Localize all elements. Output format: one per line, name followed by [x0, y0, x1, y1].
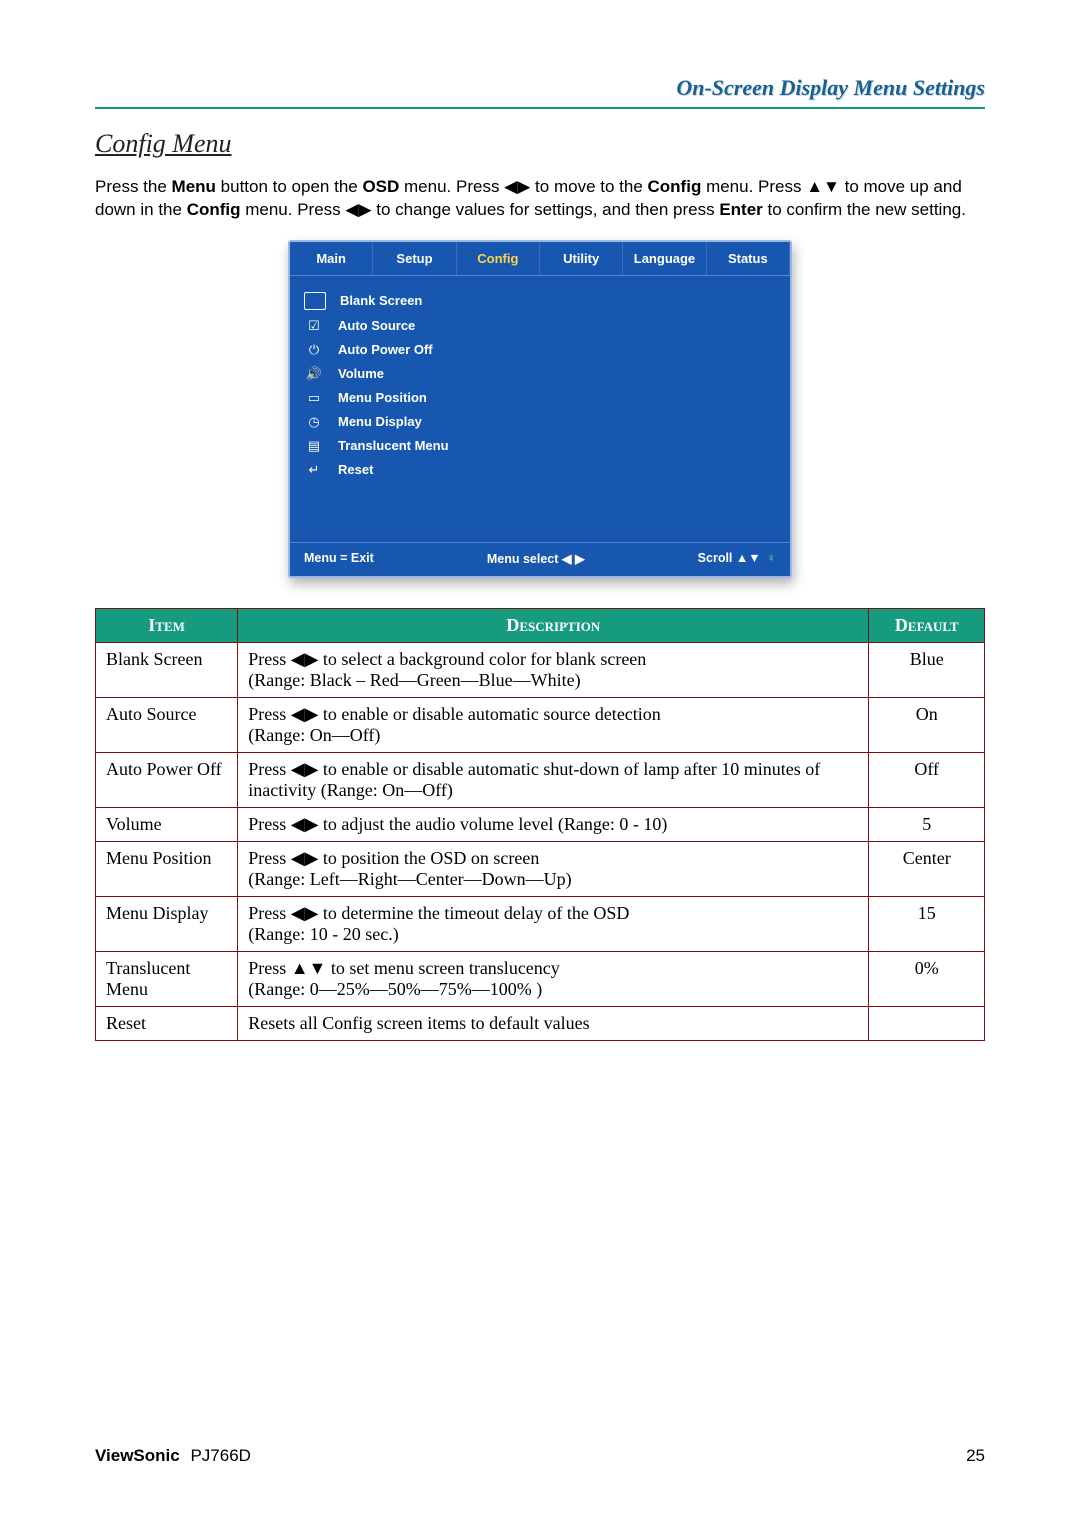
osd-footer-right: Scroll ▲▼ ♀	[698, 551, 776, 566]
table-row: Auto SourcePress ◀▶ to enable or disable…	[96, 697, 985, 752]
bulb-icon: ♀	[767, 551, 776, 565]
signal-icon: ☑	[304, 318, 324, 334]
osd-item-label: Volume	[338, 366, 384, 381]
config-table: Item Description Default Blank ScreenPre…	[95, 608, 985, 1041]
th-default: Default	[869, 608, 985, 642]
section-heading: Config Menu	[95, 129, 985, 159]
osd-item-label: Blank Screen	[340, 293, 422, 308]
cell-description: Press ◀▶ to select a background color fo…	[238, 642, 869, 697]
cell-default: 0%	[869, 951, 985, 1006]
osd-item-menu-display[interactable]: ◷ Menu Display	[304, 410, 790, 434]
cell-item: Auto Power Off	[96, 752, 238, 807]
table-row: VolumePress ◀▶ to adjust the audio volum…	[96, 807, 985, 841]
table-row: Menu PositionPress ◀▶ to position the OS…	[96, 841, 985, 896]
osd-item-label: Reset	[338, 462, 373, 477]
cell-default	[869, 1006, 985, 1040]
osd-item-translucent-menu[interactable]: ▤ Translucent Menu	[304, 434, 790, 458]
header-title: On-Screen Display Menu Settings	[95, 75, 985, 105]
cell-item: Volume	[96, 807, 238, 841]
osd-tab-status[interactable]: Status	[707, 242, 790, 275]
cell-description: Resets all Config screen items to defaul…	[238, 1006, 869, 1040]
cell-description: Press ▲▼ to set menu screen translucency…	[238, 951, 869, 1006]
footer-brand-model: PJ766D	[184, 1446, 250, 1465]
osd-item-auto-source[interactable]: ☑ Auto Source	[304, 314, 790, 338]
osd-item-label: Menu Display	[338, 414, 422, 429]
osd-panel: MainSetupConfigUtilityLanguageStatus Bla…	[288, 240, 792, 578]
osd-item-label: Auto Power Off	[338, 342, 433, 357]
osd-tab-setup[interactable]: Setup	[373, 242, 456, 275]
table-row: Auto Power OffPress ◀▶ to enable or disa…	[96, 752, 985, 807]
cell-default: 15	[869, 896, 985, 951]
osd-item-blank-screen[interactable]: Blank Screen	[304, 288, 790, 314]
page: On-Screen Display Menu Settings Config M…	[0, 0, 1080, 1528]
osd-tab-config[interactable]: Config	[457, 242, 540, 275]
return-icon: ↵	[304, 462, 324, 478]
osd-item-label: Translucent Menu	[338, 438, 449, 453]
speaker-icon: 🔊	[304, 366, 324, 382]
table-row: Translucent MenuPress ▲▼ to set menu scr…	[96, 951, 985, 1006]
osd-tab-language[interactable]: Language	[623, 242, 706, 275]
cell-default: Center	[869, 841, 985, 896]
osd-tab-main[interactable]: Main	[290, 242, 373, 275]
osd-item-label: Auto Source	[338, 318, 415, 333]
osd-footer-center: Menu select ◀ ▶	[487, 551, 585, 566]
osd-tabs: MainSetupConfigUtilityLanguageStatus	[290, 242, 790, 276]
th-description: Description	[238, 608, 869, 642]
osd-item-reset[interactable]: ↵ Reset	[304, 458, 790, 482]
page-footer: ViewSonic PJ766D 25	[95, 1446, 985, 1466]
footer-brand: ViewSonic PJ766D	[95, 1446, 251, 1466]
header-rule	[95, 107, 985, 109]
osd-tab-utility[interactable]: Utility	[540, 242, 623, 275]
osd-body: Blank Screen ☑ Auto Source ⏻ Auto Power Off 🔊…	[290, 276, 790, 542]
timer-icon: ⏻	[304, 342, 324, 358]
cell-description: Press ◀▶ to adjust the audio volume leve…	[238, 807, 869, 841]
cell-description: Press ◀▶ to enable or disable automatic …	[238, 697, 869, 752]
cell-description: Press ◀▶ to determine the timeout delay …	[238, 896, 869, 951]
osd-footer-left: Menu = Exit	[304, 551, 374, 566]
intro-paragraph: Press the Menu button to open the OSD me…	[95, 176, 985, 222]
osd-item-auto-power-off[interactable]: ⏻ Auto Power Off	[304, 338, 790, 362]
th-item: Item	[96, 608, 238, 642]
table-row: Menu DisplayPress ◀▶ to determine the ti…	[96, 896, 985, 951]
cell-default: Off	[869, 752, 985, 807]
footer-brand-name: ViewSonic	[95, 1446, 180, 1465]
cell-item: Menu Display	[96, 896, 238, 951]
page-number: 25	[966, 1446, 985, 1466]
cell-default: 5	[869, 807, 985, 841]
cell-item: Menu Position	[96, 841, 238, 896]
layers-icon: ▤	[304, 438, 324, 454]
cell-item: Auto Source	[96, 697, 238, 752]
position-icon: ▭	[304, 390, 324, 406]
cell-default: On	[869, 697, 985, 752]
osd-footer: Menu = Exit Menu select ◀ ▶ Scroll ▲▼ ♀	[290, 542, 790, 576]
table-header-row: Item Description Default	[96, 608, 985, 642]
table-row: ResetResets all Config screen items to d…	[96, 1006, 985, 1040]
table-row: Blank ScreenPress ◀▶ to select a backgro…	[96, 642, 985, 697]
clock-icon: ◷	[304, 414, 324, 430]
cell-item: Reset	[96, 1006, 238, 1040]
cell-default: Blue	[869, 642, 985, 697]
osd-item-label: Menu Position	[338, 390, 427, 405]
cell-item: Blank Screen	[96, 642, 238, 697]
cell-description: Press ◀▶ to enable or disable automatic …	[238, 752, 869, 807]
osd-item-volume[interactable]: 🔊 Volume	[304, 362, 790, 386]
cell-description: Press ◀▶ to position the OSD on screen(R…	[238, 841, 869, 896]
cell-item: Translucent Menu	[96, 951, 238, 1006]
osd-item-menu-position[interactable]: ▭ Menu Position	[304, 386, 790, 410]
osd-footer-right-text: Scroll ▲▼	[698, 551, 761, 565]
rect-icon	[304, 292, 326, 310]
